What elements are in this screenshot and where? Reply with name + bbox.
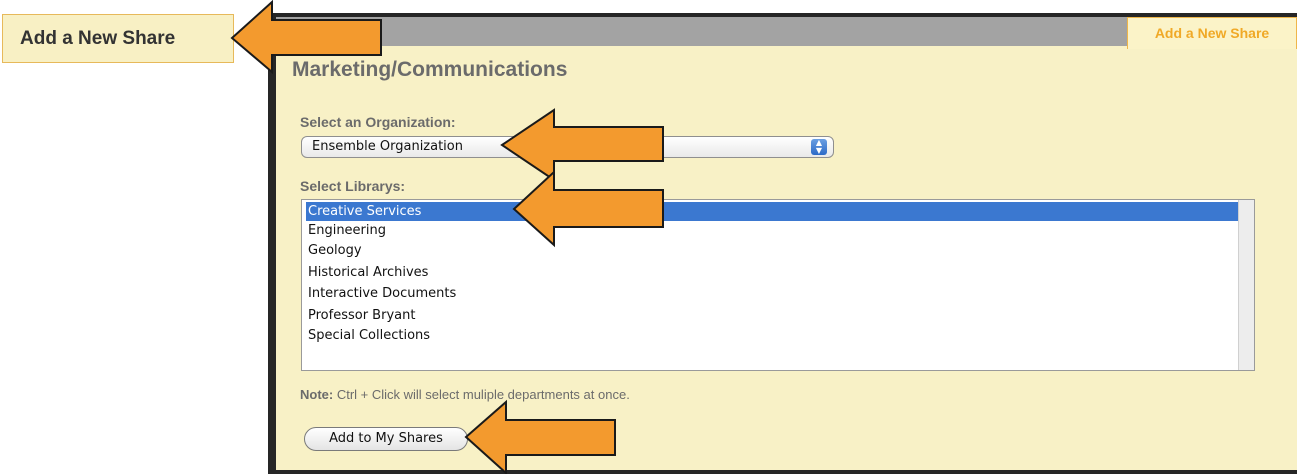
library-arrow [512, 169, 664, 248]
annotation-arrows [230, 0, 664, 474]
organization-arrow [500, 108, 664, 182]
left-tab-arrow [230, 0, 382, 75]
add-button-arrow [464, 399, 616, 474]
